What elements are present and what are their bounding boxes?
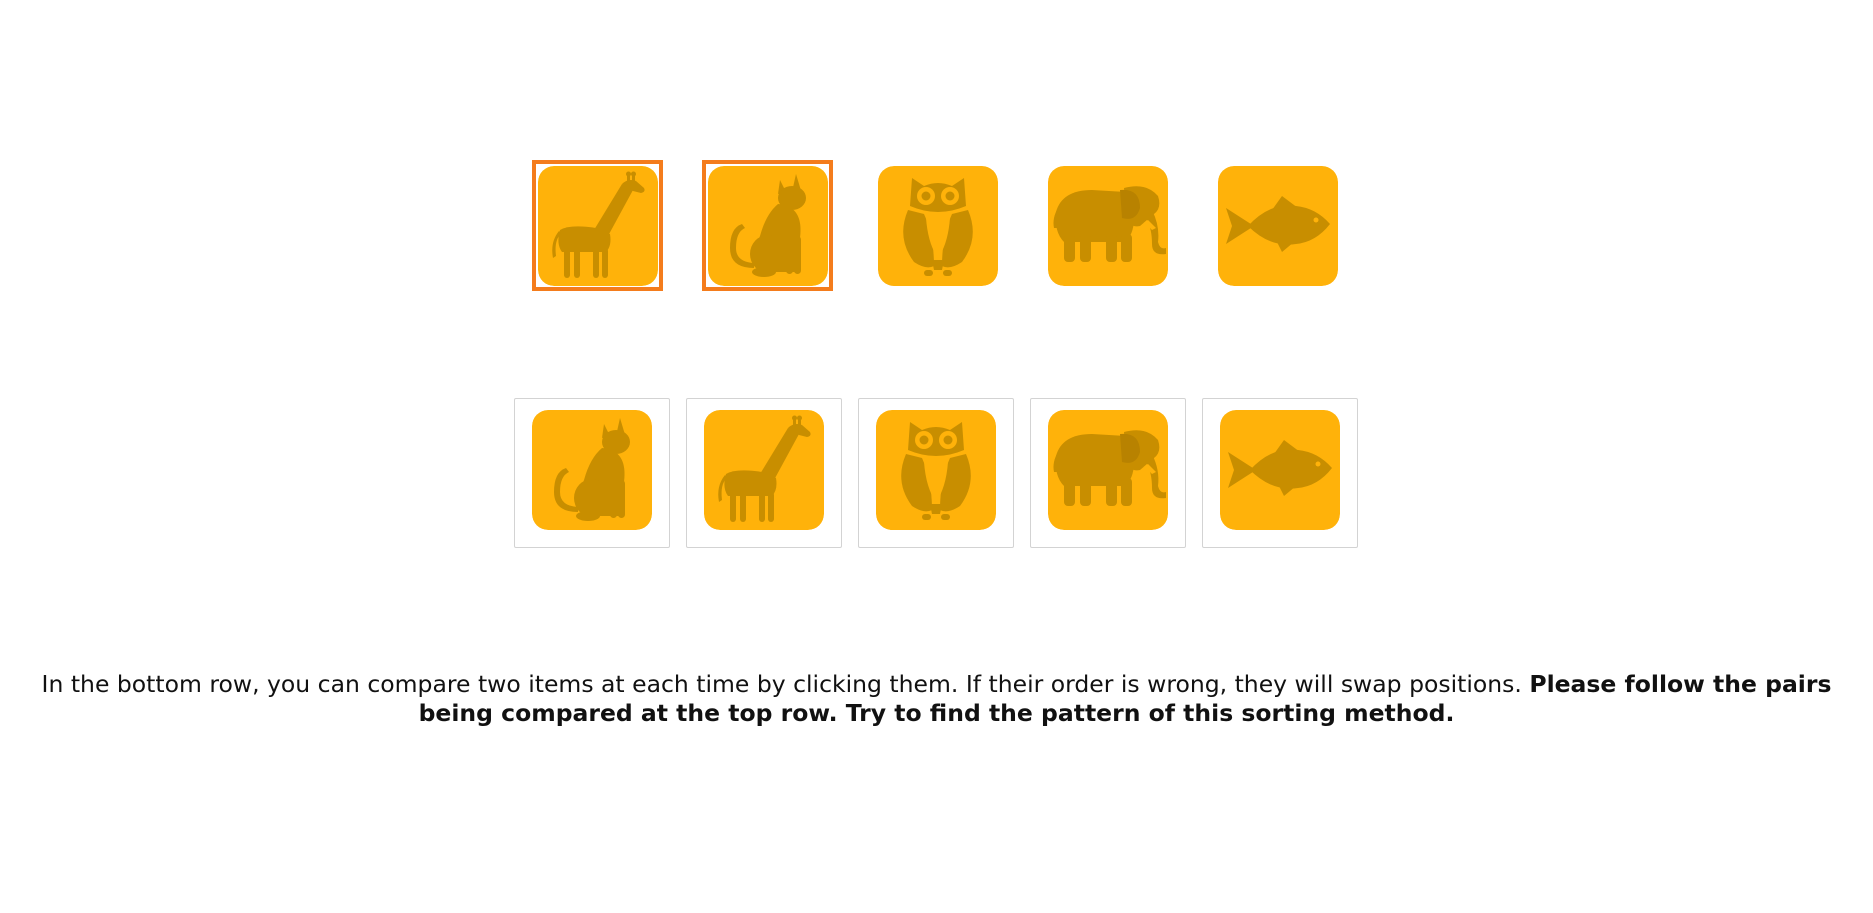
reference-tile-2 xyxy=(708,166,828,286)
fish-icon xyxy=(1220,410,1340,530)
sortable-card-2[interactable] xyxy=(686,398,842,548)
sortable-card-3[interactable] xyxy=(858,398,1014,548)
owl-icon xyxy=(878,166,998,286)
giraffe-icon xyxy=(538,166,658,286)
sortable-tile-2 xyxy=(704,410,824,530)
cat-icon xyxy=(532,410,652,530)
cat-icon xyxy=(708,166,828,286)
sortable-row xyxy=(0,398,1873,550)
sortable-card-4[interactable] xyxy=(1030,398,1186,548)
sortable-card-5[interactable] xyxy=(1202,398,1358,548)
reference-row xyxy=(0,160,1873,295)
instructions-text: In the bottom row, you can compare two i… xyxy=(40,670,1833,728)
sortable-tile-4 xyxy=(1048,410,1168,530)
reference-tile-4 xyxy=(1048,166,1168,286)
sortable-card-1[interactable] xyxy=(514,398,670,548)
instructions-normal: In the bottom row, you can compare two i… xyxy=(41,670,1530,698)
sortable-tile-5 xyxy=(1220,410,1340,530)
reference-tile-5 xyxy=(1218,166,1338,286)
elephant-icon xyxy=(1048,166,1168,286)
reference-tile-3 xyxy=(878,166,998,286)
reference-tile-1 xyxy=(538,166,658,286)
sortable-tile-3 xyxy=(876,410,996,530)
sortable-tile-1 xyxy=(532,410,652,530)
elephant-icon xyxy=(1048,410,1168,530)
giraffe-icon xyxy=(704,410,824,530)
owl-icon xyxy=(876,410,996,530)
fish-icon xyxy=(1218,166,1338,286)
